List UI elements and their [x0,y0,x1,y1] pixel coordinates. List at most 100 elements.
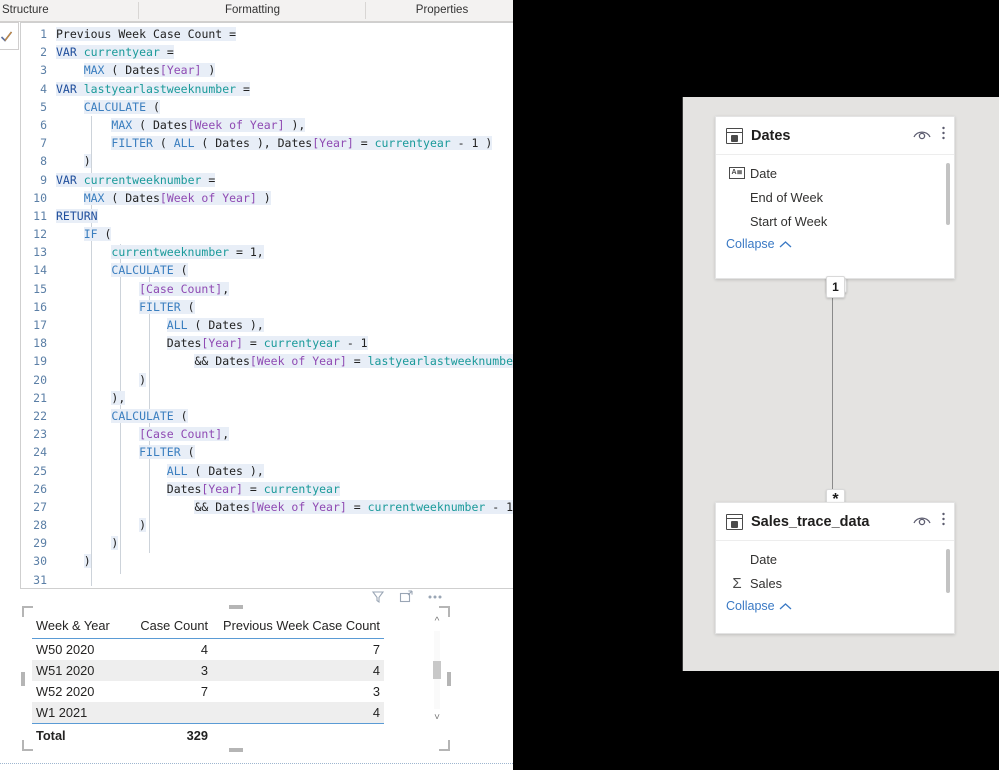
code-line[interactable]: 14 CALCULATE ( [21,261,513,279]
model-field-label: Date [750,551,778,567]
column-header-week-year[interactable]: Week & Year [32,615,124,639]
code-line[interactable]: 20 ) [21,371,513,389]
line-number: 2 [40,45,47,60]
table-row[interactable]: W1 2021 4 [32,702,384,724]
code-line[interactable]: 26 Dates[Year] = currentyear [21,480,513,498]
model-diagram-canvas[interactable]: Dates A≣ Date End of Week Start of Week … [682,97,999,671]
code-line[interactable]: 23 [Case Count], [21,425,513,443]
sigma-icon: Σ [732,574,742,592]
table-row[interactable]: W51 2020 3 4 [32,660,384,681]
model-table-header-dates[interactable]: Dates [716,117,954,155]
code-line[interactable]: 30 ) [21,552,513,570]
cell-case-count[interactable]: 3 [124,660,212,681]
code-line[interactable]: 13 currentweeknumber = 1, [21,243,513,261]
text-field-icon: A≣ [726,167,748,179]
code-line[interactable]: 7 FILTER ( ALL ( Dates ), Dates[Year] = … [21,134,513,152]
code-line[interactable]: 1 Previous Week Case Count = [21,25,513,43]
relationship-cardinality-one[interactable]: 1 [826,276,845,298]
model-field-start-of-week[interactable]: Start of Week [716,209,954,233]
column-header-case-count[interactable]: Case Count [124,615,212,639]
resize-handle-bottom[interactable] [229,748,243,752]
resize-handle-left[interactable] [21,671,25,686]
model-field-date[interactable]: Date [716,547,954,571]
line-number: 24 [33,445,47,460]
commit-formula-button[interactable] [0,22,19,50]
line-number: 25 [33,463,47,478]
column-header-previous-week-case-count[interactable]: Previous Week Case Count [212,615,384,639]
field-list-scrollbar[interactable] [946,163,950,225]
resize-handle-top[interactable] [229,605,243,609]
model-table-header-sales-trace-data[interactable]: Sales_trace_data [716,503,954,541]
resize-handle-right[interactable] [447,671,451,686]
model-table-title-sales-trace-data: Sales_trace_data [751,513,870,530]
code-line[interactable]: 27 && Dates[Week of Year] = currentweekn… [21,498,513,516]
cell-week-year[interactable]: W52 2020 [32,681,124,702]
cell-total-case-count: 329 [186,728,208,743]
field-list-scrollbar[interactable] [946,549,950,593]
eye-icon[interactable] [913,513,931,531]
code-line[interactable]: 3 MAX ( Dates[Year] ) [21,61,513,79]
code-line[interactable]: 31 [21,571,513,588]
code-line[interactable]: 2 VAR currentyear = [21,43,513,61]
model-field-date[interactable]: A≣ Date [716,161,954,185]
code-line[interactable]: 12 IF ( [21,225,513,243]
cell-week-year[interactable]: W50 2020 [32,639,124,661]
scrollbar-thumb[interactable] [433,661,441,679]
code-line[interactable]: 4 VAR lastyearlastweeknumber = [21,80,513,98]
cell-week-year[interactable]: W51 2020 [32,660,124,681]
line-number: 14 [33,263,47,278]
model-field-end-of-week[interactable]: End of Week [716,185,954,209]
code-line[interactable]: 10 MAX ( Dates[Week of Year] ) [21,189,513,207]
cell-case-count[interactable] [124,702,212,724]
cell-week-year[interactable]: W1 2021 [32,702,124,724]
code-line[interactable]: 18 Dates[Year] = currentyear - 1 [21,334,513,352]
code-line[interactable]: 8 ) [21,152,513,170]
collapse-button-sales-trace-data[interactable]: Collapse [716,595,954,621]
code-line[interactable]: 17 ALL ( Dates ), [21,316,513,334]
table-scrollbar[interactable]: ^ ˅ [430,615,444,725]
code-line[interactable]: 21 ), [21,389,513,407]
model-table-card-dates[interactable]: Dates A≣ Date End of Week Start of Week … [715,116,955,279]
app-window: Structure Formatting Properties 1 Previo… [0,0,999,770]
cell-previous-week-case-count[interactable]: 4 [212,660,384,681]
code-line[interactable]: 24 FILTER ( [21,443,513,461]
line-number: 8 [40,154,47,169]
cell-previous-week-case-count[interactable]: 4 [212,702,384,724]
cell-previous-week-case-count[interactable]: 7 [212,639,384,661]
eye-icon[interactable] [913,127,931,145]
line-number: 12 [33,227,47,242]
more-vertical-icon[interactable] [941,511,946,532]
model-table-card-sales-trace-data[interactable]: Sales_trace_data Date Σ Sales Collapse [715,502,955,634]
code-line[interactable]: 15 [Case Count], [21,280,513,298]
chevron-up-icon[interactable]: ^ [430,615,444,629]
table-visual[interactable]: Week & Year Case Count Previous Week Cas… [21,605,451,752]
code-line[interactable]: 6 MAX ( Dates[Week of Year] ), [21,116,513,134]
collapse-button-dates[interactable]: Collapse [716,233,954,259]
code-line[interactable]: 22 CALCULATE ( [21,407,513,425]
code-line[interactable]: 28 ) [21,516,513,534]
model-field-label: Start of Week [750,213,828,229]
more-vertical-icon[interactable] [941,125,946,146]
chevron-up-icon [779,602,792,609]
code-line[interactable]: 19 && Dates[Week of Year] = lastyearlast… [21,352,513,370]
model-field-label: End of Week [750,189,824,205]
cell-total-label: Total [36,728,66,743]
code-line[interactable]: 29 ) [21,534,513,552]
code-line[interactable]: 25 ALL ( Dates ), [21,462,513,480]
cardinality-one-label: 1 [832,280,839,294]
table-row[interactable]: W50 2020 4 7 [32,639,384,661]
collapse-label: Collapse [726,237,775,251]
chevron-down-icon[interactable]: ˅ [430,711,444,725]
cell-previous-week-case-count[interactable]: 3 [212,681,384,702]
dax-code-editor[interactable]: 1 Previous Week Case Count = 2 VAR currenty… [20,22,513,589]
resize-handle-bottom-right[interactable] [439,740,450,751]
model-field-sales[interactable]: Σ Sales [716,571,954,595]
code-line[interactable]: 5 CALCULATE ( [21,98,513,116]
cell-case-count[interactable]: 4 [124,639,212,661]
table-row[interactable]: W52 2020 7 3 [32,681,384,702]
cell-case-count[interactable]: 7 [124,681,212,702]
code-line[interactable]: 11 RETURN [21,207,513,225]
code-line[interactable]: 9 VAR currentweeknumber = [21,171,513,189]
table-total-row[interactable]: Total 329 [32,724,384,747]
code-line[interactable]: 16 FILTER ( [21,298,513,316]
